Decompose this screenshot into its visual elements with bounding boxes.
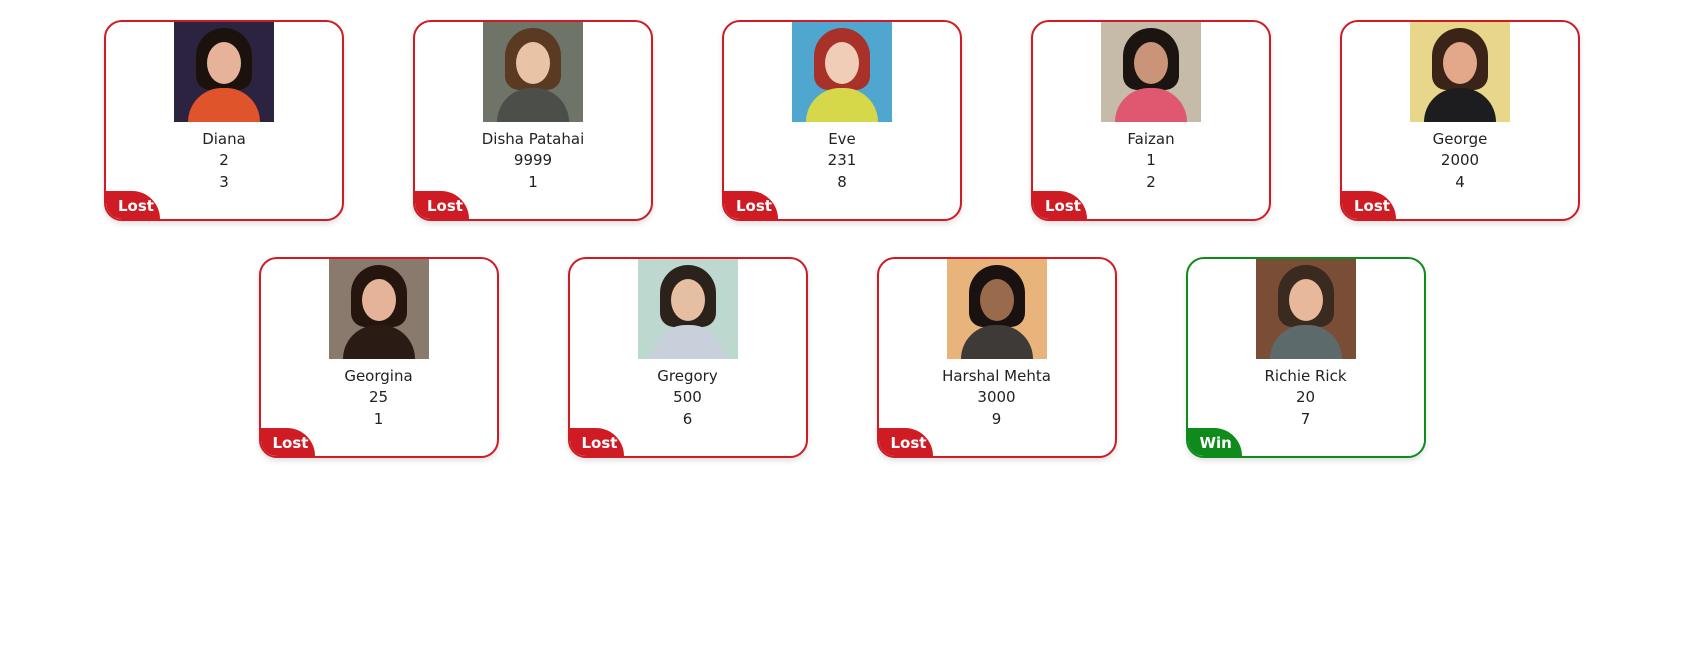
player-stat-2: 8 <box>837 173 847 191</box>
player-stat-1: 9999 <box>513 151 553 169</box>
player-name: Harshal Mehta <box>942 367 1051 385</box>
person-photo-icon <box>1410 22 1510 122</box>
player-stat-2: 3 <box>219 173 229 191</box>
player-row-2: Georgina 25 1 Lost Gregory 500 6 Lost Ha… <box>0 257 1684 458</box>
player-stat-2: 1 <box>528 173 538 191</box>
result-badge: Lost <box>260 428 315 456</box>
player-card[interactable]: Eve 231 8 Lost <box>722 20 962 221</box>
player-name: Faizan <box>1127 130 1175 148</box>
result-badge: Lost <box>1033 191 1087 219</box>
person-photo-icon <box>637 259 738 359</box>
result-badge: Lost <box>569 428 624 456</box>
person-photo-icon <box>1255 259 1356 359</box>
person-photo-icon <box>483 22 583 122</box>
player-row-1: Diana 2 3 Lost Disha Patahai 9999 1 Lost… <box>0 20 1684 221</box>
person-photo-icon <box>946 259 1047 359</box>
player-stat-1: 2 <box>219 151 229 169</box>
player-card[interactable]: Diana 2 3 Lost <box>104 20 344 221</box>
player-stat-2: 9 <box>991 410 1002 428</box>
player-stat-1: 25 <box>368 388 389 406</box>
player-stat-1: 2000 <box>1440 151 1480 169</box>
player-name: Richie Rick <box>1264 367 1347 385</box>
person-photo-icon <box>174 22 274 122</box>
result-badge: Lost <box>724 191 778 219</box>
result-badge: Lost <box>415 191 469 219</box>
player-stat-1: 20 <box>1295 388 1316 406</box>
player-name: Diana <box>202 130 246 148</box>
player-stat-2: 2 <box>1146 173 1156 191</box>
player-name: Eve <box>828 130 856 148</box>
result-badge: Win <box>1187 428 1242 456</box>
result-badge: Lost <box>1342 191 1396 219</box>
player-card[interactable]: Faizan 1 2 Lost <box>1031 20 1271 221</box>
player-stat-1: 1 <box>1146 151 1156 169</box>
result-badge: Lost <box>878 428 933 456</box>
player-card[interactable]: George 2000 4 Lost <box>1340 20 1580 221</box>
player-name: George <box>1432 130 1488 148</box>
result-badge: Lost <box>106 191 160 219</box>
player-card[interactable]: Gregory 500 6 Lost <box>567 257 808 458</box>
player-name: Gregory <box>657 367 718 385</box>
person-photo-icon <box>1101 22 1201 122</box>
player-card[interactable]: Disha Patahai 9999 1 Lost <box>413 20 653 221</box>
player-stat-1: 500 <box>673 388 702 406</box>
player-name: Georgina <box>344 367 413 385</box>
person-photo-icon <box>328 259 429 359</box>
player-stat-2: 7 <box>1300 410 1311 428</box>
player-stat-2: 6 <box>682 410 693 428</box>
player-stat-1: 231 <box>827 151 857 169</box>
player-stat-2: 4 <box>1455 173 1465 191</box>
player-card[interactable]: Harshal Mehta 3000 9 Lost <box>876 257 1117 458</box>
player-name: Disha Patahai <box>481 130 585 148</box>
player-stat-2: 1 <box>373 410 384 428</box>
person-photo-icon <box>792 22 892 122</box>
player-stat-1: 3000 <box>977 388 1016 406</box>
player-card[interactable]: Georgina 25 1 Lost <box>258 257 499 458</box>
player-card[interactable]: Richie Rick 20 7 Win <box>1185 257 1426 458</box>
